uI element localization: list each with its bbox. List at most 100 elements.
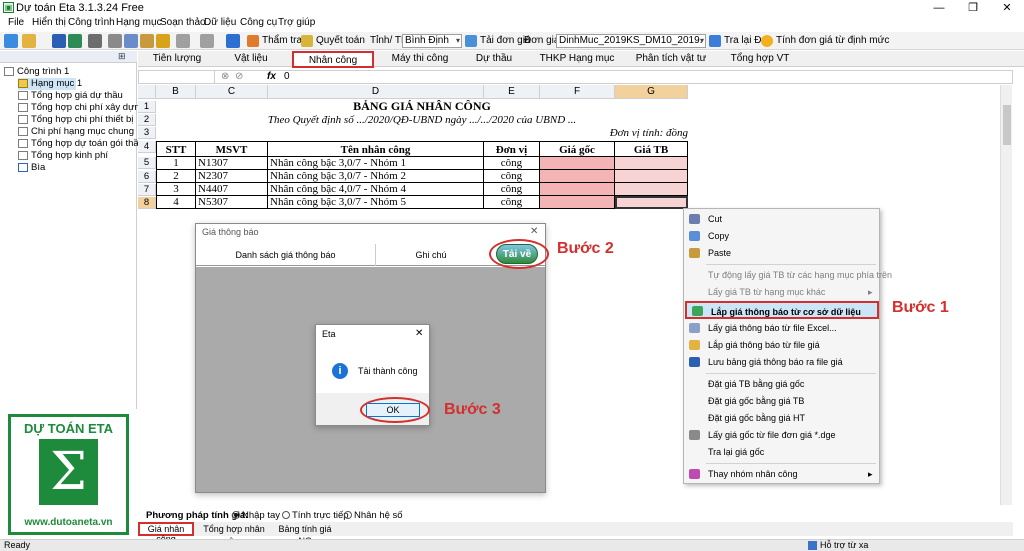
- table-cell[interactable]: công: [484, 183, 540, 196]
- avg-price-cell[interactable]: [615, 170, 688, 183]
- paste-icon[interactable]: [140, 34, 154, 48]
- download-price-button[interactable]: Tải đơn giá: [464, 33, 530, 49]
- row-header[interactable]: 2: [138, 114, 156, 126]
- dialog-close-icon[interactable]: ✕: [530, 226, 538, 237]
- ctx-load-from-db[interactable]: Lắp giá thông báo từ cơ sở dữ liệu: [685, 301, 879, 319]
- close-window-button[interactable]: ✕: [990, 0, 1024, 16]
- table-cell[interactable]: 1: [156, 157, 196, 170]
- ctx-change-labor-group[interactable]: Thay nhóm nhân công ▸: [684, 466, 879, 482]
- table-cell[interactable]: Nhân công bậc 3,0/7 - Nhóm 1: [268, 157, 484, 170]
- new-icon[interactable]: [4, 34, 18, 48]
- menu-help[interactable]: Trợ giúp: [278, 17, 315, 28]
- tab-machines[interactable]: Máy thi công: [380, 51, 460, 67]
- tab-thkp[interactable]: THKP Hạng mục: [532, 51, 622, 67]
- quyet-toan-button[interactable]: Quyết toán: [300, 33, 365, 49]
- remote-support-link[interactable]: Hỗ trợ từ xa: [820, 540, 868, 550]
- ctx-auto-avg-price[interactable]: Tự động lấy giá TB từ các hạng mục phía …: [684, 267, 892, 283]
- selected-avg-price-cell[interactable]: [615, 196, 688, 209]
- save-icon[interactable]: [52, 34, 66, 48]
- menu-item-category[interactable]: Hạng mục: [116, 17, 162, 28]
- base-price-cell[interactable]: [540, 157, 615, 170]
- sheet-tab-labor-price[interactable]: Giá nhân công: [138, 522, 194, 544]
- header-name[interactable]: Tên nhân công: [268, 141, 484, 157]
- ctx-cut[interactable]: Cut: [684, 211, 879, 227]
- row-header[interactable]: 6: [138, 171, 156, 183]
- price-select[interactable]: DinhMuc_2019KS_DM10_2019. DinhMuc▾: [556, 34, 706, 48]
- row-header[interactable]: 4: [138, 141, 156, 153]
- menu-edit[interactable]: Soạn thảo: [160, 17, 206, 28]
- table-cell[interactable]: công: [484, 170, 540, 183]
- col-note[interactable]: Ghi chú: [376, 244, 486, 266]
- base-price-cell[interactable]: [540, 183, 615, 196]
- col-header-g[interactable]: G: [615, 85, 688, 99]
- table-cell[interactable]: N5307: [196, 196, 268, 209]
- table-cell[interactable]: 4: [156, 196, 196, 209]
- menu-file[interactable]: File: [8, 17, 24, 28]
- header-base-price[interactable]: Giá gốc: [540, 141, 615, 157]
- radio-direct[interactable]: Tính trực tiếp: [282, 510, 349, 521]
- menu-data[interactable]: Dữ liệu: [204, 17, 236, 28]
- row-header[interactable]: 5: [138, 157, 156, 169]
- minimize-button[interactable]: —: [922, 0, 956, 16]
- calc-from-norm-button[interactable]: Tính đơn giá từ định mức: [760, 33, 889, 49]
- table-cell[interactable]: công: [484, 157, 540, 170]
- undo-icon[interactable]: [176, 34, 190, 48]
- col-header-f[interactable]: F: [540, 85, 615, 99]
- table-cell[interactable]: công: [484, 196, 540, 209]
- header-unit[interactable]: Đơn vị: [484, 141, 540, 157]
- table-cell[interactable]: N1307: [196, 157, 268, 170]
- sheet-tab-labor-summary[interactable]: Tổng hợp nhân công: [198, 523, 270, 546]
- sheet-tab-labor-calc[interactable]: Bảng tính giá NC: [274, 523, 336, 546]
- province-select[interactable]: Bình Định ▾: [402, 34, 462, 48]
- excel-icon[interactable]: [68, 34, 82, 48]
- menu-view[interactable]: Hiển thị: [32, 17, 66, 28]
- row-header[interactable]: 7: [138, 184, 156, 196]
- ctx-copy[interactable]: Copy: [684, 228, 879, 244]
- tab-material-summary[interactable]: Tổng hợp VT: [718, 51, 802, 67]
- radio-coefficient[interactable]: Nhân hệ số: [344, 510, 403, 521]
- avg-price-cell[interactable]: [615, 157, 688, 170]
- col-header-c[interactable]: C: [196, 85, 268, 99]
- run-icon[interactable]: [226, 34, 240, 48]
- tree-item-category[interactable]: Hạng mục 1: [18, 78, 82, 90]
- table-cell[interactable]: 3: [156, 183, 196, 196]
- header-avg-price[interactable]: Giá TB: [615, 141, 688, 157]
- col-price-list[interactable]: Danh sách giá thông báo: [196, 244, 376, 266]
- ctx-paste[interactable]: Paste: [684, 245, 879, 261]
- col-header-e[interactable]: E: [484, 85, 540, 99]
- msgbox-close-icon[interactable]: ✕: [415, 328, 423, 339]
- cancel-icon[interactable]: ⊗: [221, 71, 229, 82]
- sheet-corner[interactable]: [138, 85, 156, 99]
- open-icon[interactable]: [22, 34, 36, 48]
- row-header[interactable]: 3: [138, 127, 156, 139]
- table-cell[interactable]: N4407: [196, 183, 268, 196]
- menu-project[interactable]: Công trình: [68, 17, 115, 28]
- ctx-avg-from-other[interactable]: Lấy giá TB từ hạng mục khác ▸: [684, 284, 879, 300]
- scrollbar-thumb[interactable]: [1003, 105, 1011, 145]
- ctx-recheck-base[interactable]: Tra lại giá gốc: [684, 444, 879, 460]
- pin-icon[interactable]: ⊞: [118, 51, 126, 62]
- vertical-scrollbar[interactable]: [1000, 85, 1012, 505]
- tab-quantity[interactable]: Tiên lượng: [142, 51, 212, 67]
- row-header[interactable]: 8: [138, 197, 156, 209]
- table-cell[interactable]: 2: [156, 170, 196, 183]
- tham-tra-button[interactable]: Thẩm tra: [246, 33, 302, 49]
- base-price-cell[interactable]: [540, 170, 615, 183]
- ctx-save-price-file[interactable]: Lưu bảng giá thông báo ra file giá: [684, 354, 879, 370]
- ctx-avg-equals-base[interactable]: Đặt giá TB bằng giá gốc: [684, 376, 879, 392]
- col-header-b[interactable]: B: [156, 85, 196, 99]
- confirm-icon[interactable]: ⊘: [235, 71, 243, 82]
- avg-price-cell[interactable]: [615, 183, 688, 196]
- ctx-load-from-price-file[interactable]: Lắp giá thông báo từ file giá: [684, 337, 879, 353]
- copy-icon[interactable]: [124, 34, 138, 48]
- table-cell[interactable]: Nhân công bậc 3,0/7 - Nhóm 2: [268, 170, 484, 183]
- tab-material-analysis[interactable]: Phân tích vật tư: [626, 51, 716, 67]
- ctx-load-from-excel[interactable]: Lấy giá thông báo từ file Excel...: [684, 320, 879, 336]
- cut-icon[interactable]: [108, 34, 122, 48]
- ctx-base-equals-avg[interactable]: Đặt giá gốc bằng giá TB: [684, 393, 879, 409]
- header-msvt[interactable]: MSVT: [196, 141, 268, 157]
- maximize-button[interactable]: ❐: [956, 0, 990, 16]
- base-price-cell[interactable]: [540, 196, 615, 209]
- ctx-base-from-dge[interactable]: Lấy giá gốc từ file đơn giá *.dge: [684, 427, 879, 443]
- format-icon[interactable]: [156, 34, 170, 48]
